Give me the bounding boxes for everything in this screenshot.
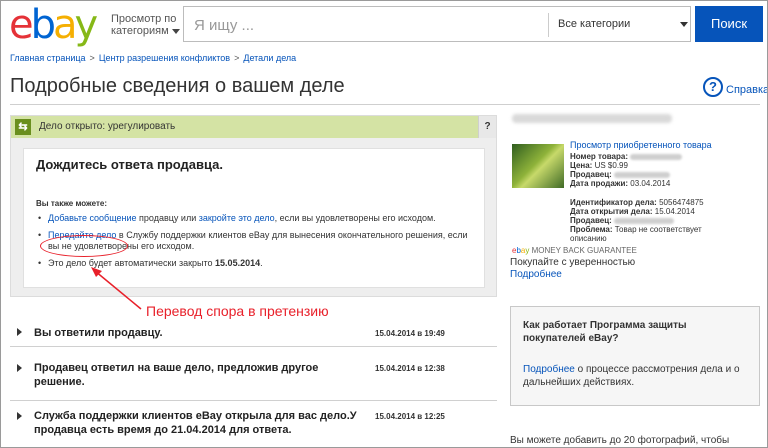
buyer-protection-box: Как работает Программа защиты покупателе… <box>510 306 760 406</box>
expand-arrow-icon[interactable] <box>17 412 22 420</box>
case-problem-row: Проблема: Товар не соответствует описани… <box>570 225 740 243</box>
case-seller-row: Продавец: <box>570 216 675 225</box>
option-text: . <box>260 258 263 268</box>
protection-more-link[interactable]: Подробнее <box>523 364 575 375</box>
list-item: Это дело будет автоматически закрыто 15.… <box>38 258 468 269</box>
logo-letter-a: a <box>53 2 77 48</box>
seller-row: Продавец: <box>570 170 671 179</box>
blurred-value <box>630 153 683 160</box>
highlight-ellipse <box>40 235 128 257</box>
swap-arrows-icon: ⇆ <box>15 119 31 135</box>
browse-categories-button[interactable]: Просмотр по категориям <box>111 13 186 37</box>
search-button[interactable]: Поиск <box>695 6 763 42</box>
close-case-link[interactable]: закройте это дело <box>199 213 275 223</box>
wait-title: Дождитесь ответа продавца. <box>36 157 224 172</box>
item-number-label: Номер товара: <box>570 152 628 161</box>
chevron-down-icon <box>171 28 180 34</box>
item-thumbnail[interactable] <box>512 144 564 188</box>
also-label: Вы также можете: <box>36 199 107 208</box>
case-seller-label: Продавец: <box>570 216 612 225</box>
annotation-label: Перевод спора в претензию <box>146 303 329 319</box>
protection-description: Подробнее о процессе рассмотрения дела и… <box>523 363 753 389</box>
history-date: 15.04.2014 в 12:38 <box>375 364 445 373</box>
history-date: 15.04.2014 в 12:25 <box>375 412 445 421</box>
logo-letter-b: b <box>30 2 56 48</box>
history-text: Вы ответили продавцу. <box>34 327 163 339</box>
protection-title: Как работает Программа защиты покупателе… <box>523 320 687 344</box>
expand-arrow-icon[interactable] <box>17 364 22 372</box>
breadcrumb-separator: > <box>234 53 240 63</box>
case-id-row: Идентификатор дела: 5056474875 <box>570 198 704 207</box>
case-open-date-value: 15.04.2014 <box>654 207 695 216</box>
history-row[interactable]: Продавец ответил на ваше дело, предложив… <box>10 347 497 401</box>
history-row[interactable]: Вы ответили продавцу. 15.04.2014 в 19:49 <box>10 319 497 347</box>
option-text: , если вы удовлетворены его исходом. <box>274 213 436 223</box>
search-input[interactable] <box>194 15 534 35</box>
breadcrumb-separator: > <box>89 53 95 63</box>
history-text: Продавец ответил на ваше дело, предложив… <box>34 362 319 388</box>
status-bar: ⇆ Дело открыто: урегулировать ? <box>11 116 496 138</box>
case-id-value: 5056474875 <box>659 198 704 207</box>
divider <box>10 104 760 105</box>
price-row: Цена: US $0.99 <box>570 161 628 170</box>
sale-date-row: Дата продажи: 03.04.2014 <box>570 179 670 188</box>
list-item: Добавьте сообщение продавцу или закройте… <box>38 213 468 224</box>
case-problem-label: Проблема: <box>570 225 613 234</box>
page-title: Подробные сведения о вашем деле <box>10 75 345 97</box>
item-title-blurred <box>512 114 672 123</box>
blurred-value <box>614 171 671 178</box>
photo-upload-note: Вы можете добавить до 20 фотографий, что… <box>510 435 730 446</box>
expand-arrow-icon[interactable] <box>17 328 22 336</box>
case-open-date-row: Дата открытия дела: 15.04.2014 <box>570 207 695 216</box>
logo-letter-e: e <box>9 2 34 48</box>
case-status-panel: ⇆ Дело открыто: урегулировать ? Дождитес… <box>10 115 497 297</box>
logo-letter-y: y <box>74 2 99 48</box>
guarantee-more-link[interactable]: Подробнее <box>510 269 562 280</box>
case-open-date-label: Дата открытия дела: <box>570 207 653 216</box>
auto-close-text: Это дело будет автоматически закрыто <box>48 258 216 268</box>
option-text: продавцу или <box>136 213 199 223</box>
money-back-guarantee-badge: ebay MONEY BACK GUARANTEE <box>512 246 637 255</box>
help-link[interactable]: Справка <box>726 84 767 96</box>
status-text: Дело открыто: урегулировать <box>39 121 176 132</box>
add-message-link[interactable]: Добавьте сообщение <box>48 213 137 223</box>
auto-close-date: 15.05.2014 <box>215 258 261 268</box>
history-date: 15.04.2014 в 19:49 <box>375 329 445 338</box>
seller-label: Продавец: <box>570 170 612 179</box>
search-divider <box>548 13 549 37</box>
breadcrumb-case-details[interactable]: Детали дела <box>243 53 296 63</box>
buy-confident-text: Покупайте с уверенностью <box>510 257 636 268</box>
search-bar: Все категории <box>183 6 691 42</box>
history-row[interactable]: Служба поддержки клиентов eBay открыла д… <box>10 401 497 447</box>
ebay-page-frame: ebay Просмотр по категориям Все категори… <box>0 0 768 448</box>
status-help-button[interactable]: ? <box>478 116 496 138</box>
breadcrumb-resolution-center[interactable]: Центр разрешения конфликтов <box>99 53 230 63</box>
chevron-down-icon[interactable] <box>680 22 688 27</box>
category-select[interactable]: Все категории <box>558 18 630 30</box>
breadcrumb: Главная страница > Центр разрешения конфли… <box>10 53 296 63</box>
browse-categories-label: Просмотр по категориям <box>111 13 177 37</box>
question-icon[interactable]: ? <box>703 77 723 97</box>
sale-date-value: 03.04.2014 <box>630 179 671 188</box>
history-text: Служба поддержки клиентов eBay открыла д… <box>34 410 357 436</box>
breadcrumb-home[interactable]: Главная страница <box>10 53 86 63</box>
ebay-logo[interactable]: ebay <box>9 2 99 48</box>
sale-date-label: Дата продажи: <box>570 179 629 188</box>
blurred-value <box>614 217 675 224</box>
price-label: Цена: <box>570 161 593 170</box>
help-button[interactable]: ? Справка <box>703 77 767 97</box>
price-value: US $0.99 <box>594 161 628 170</box>
view-item-link[interactable]: Просмотр приобретенного товара <box>570 140 712 150</box>
guarantee-badge-text: MONEY BACK GUARANTEE <box>531 246 637 255</box>
item-number-row: Номер товара: <box>570 152 683 161</box>
case-id-label: Идентификатор дела: <box>570 198 657 207</box>
next-steps-card: Дождитесь ответа продавца. Вы также може… <box>23 148 485 288</box>
